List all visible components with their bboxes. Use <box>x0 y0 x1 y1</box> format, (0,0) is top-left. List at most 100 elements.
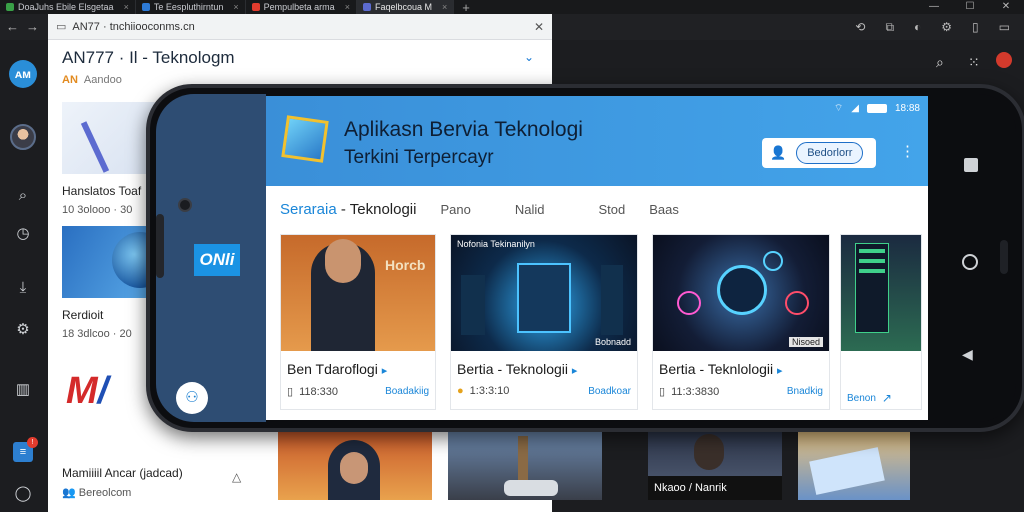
avatar[interactable] <box>10 124 36 150</box>
status-bar: ⌔ ◢ 18:88 <box>834 102 920 115</box>
news-card[interactable]: Nofonia Tekinanilyn Bobnadd Bertia - Tek… <box>450 234 638 410</box>
recent-apps-icon[interactable] <box>964 158 978 172</box>
left-icon-rail: ᴀᴍ ⌕ ◷ ⤓ ⚙ ▥ ≡ ! ◯ <box>0 40 46 512</box>
settings-icon[interactable]: ⚙ <box>941 20 952 35</box>
chevron-down-icon[interactable]: ⌄ <box>524 50 534 64</box>
news-thumbnail: Horcb <box>281 235 435 351</box>
app-header: ⌔ ◢ 18:88 Aplikasn Bervia Teknologi Terk… <box>266 96 930 186</box>
settings-icon[interactable]: ⚙ <box>13 320 33 340</box>
card-tag[interactable]: Boadakiig <box>385 386 429 397</box>
tab-stod[interactable]: Stod <box>598 202 625 217</box>
card-title: Bertia - Teknlologii <box>659 361 774 377</box>
login-button[interactable]: Bedorlorr <box>796 142 864 164</box>
overlay-sub: Bobnadd <box>594 337 631 347</box>
item-meta: 👥 Bereolcom <box>62 486 272 499</box>
card-title: Ben Tdaroflogi <box>287 361 378 377</box>
search-icon[interactable]: ⌕ <box>13 186 33 206</box>
phone-side-notch <box>1000 240 1008 274</box>
tab-label: DoaJuhs Ebile Elsgetaa <box>18 2 114 12</box>
card-time: 118:330 <box>299 385 339 398</box>
tab-pano[interactable]: Pano <box>440 202 470 217</box>
alert-icon[interactable]: △ <box>232 470 241 484</box>
forward-icon[interactable]: → <box>26 19 39 34</box>
app-title-line1: Aplikasn Bervia Teknologi <box>344 118 583 141</box>
status-time: 18:88 <box>894 103 920 114</box>
back-nav-icon[interactable]: ◀ <box>962 346 973 363</box>
close-icon[interactable]: × <box>345 2 350 12</box>
browser-tab-bar: DoaJuhs Ebile Elsgetaa × Te Eespluthirnt… <box>0 0 1024 15</box>
news-thumbnail <box>841 235 921 351</box>
profile-avatar-icon[interactable] <box>996 52 1012 68</box>
thumbnail[interactable] <box>448 430 602 500</box>
card-time: 1:3:3:10 <box>469 385 510 397</box>
thumbnail[interactable]: Nkaoo / Nanrik <box>648 430 782 500</box>
arrow-icon: ▸ <box>571 365 578 377</box>
account-box[interactable]: 👤 Bedorlorr <box>762 138 876 168</box>
app-logo[interactable]: ONli <box>194 244 240 276</box>
news-card[interactable]: Benon ↗ <box>840 234 922 410</box>
close-icon[interactable]: ✕ <box>534 20 544 34</box>
overlay-sub: Nisoed <box>788 337 823 347</box>
search-icon[interactable]: ⌕ <box>936 54 944 71</box>
news-thumbnail: Nofonia Tekinanilyn Bobnadd <box>451 235 637 351</box>
news-card[interactable]: Horcb Ben Tdaroflogi ▸ ▯ 118:330 Boadaki… <box>280 234 436 410</box>
share-fab-button[interactable]: ⚇ <box>176 382 208 414</box>
window-controls: — ☐ ✕ <box>916 0 1024 14</box>
address-bar[interactable]: ▭ AN77 · tnchiiooconms.cn ✕ <box>48 14 552 40</box>
lower-content-strip: Nkaoo / Nanrik <box>264 418 924 512</box>
browser-tab-3[interactable]: Pempulbeta arma × <box>246 0 357 14</box>
tab-nalid[interactable]: Nalid <box>515 202 545 217</box>
signal-icon: ◢ <box>851 103 859 114</box>
download-icon[interactable]: ⤓ <box>13 278 33 298</box>
app-screen: ⌔ ◢ 18:88 Aplikasn Bervia Teknologi Terk… <box>266 96 930 420</box>
window-icon[interactable]: ▭ <box>999 20 1010 35</box>
app-logo-icon[interactable]: ᴀᴍ <box>9 60 37 88</box>
emoji-icon: ● <box>457 385 464 397</box>
item-meta-text: Bereolcom <box>78 487 132 499</box>
book-icon[interactable]: ▥ <box>13 380 33 400</box>
new-tab-button[interactable]: + <box>454 0 478 15</box>
close-icon[interactable]: × <box>124 2 129 12</box>
notification-badge: ! <box>27 437 38 448</box>
close-icon[interactable]: × <box>233 2 238 12</box>
tab-label-accent: Seraraia <box>280 200 337 218</box>
thumbnail[interactable] <box>798 430 910 500</box>
minimize-icon[interactable]: — <box>916 0 952 14</box>
clock-icon[interactable]: ◷ <box>13 224 33 244</box>
maximize-icon[interactable]: ☐ <box>952 0 988 14</box>
browser-tab-4[interactable]: Faqelbcoua M × <box>356 0 455 14</box>
close-window-icon[interactable]: ✕ <box>988 0 1024 14</box>
browser-tab-1[interactable]: DoaJuhs Ebile Elsgetaa × <box>0 0 136 14</box>
browser-tab-2[interactable]: Te Eespluthirntun × <box>136 0 246 14</box>
grid-icon[interactable]: ⁙ <box>968 54 980 71</box>
site-subtitle: Aandoo <box>83 74 122 86</box>
profile-icon[interactable]: ◐ <box>914 20 921 35</box>
cast-icon[interactable]: ⧉ <box>885 20 894 35</box>
share-icon[interactable]: ↗ <box>882 391 892 405</box>
notification-icon[interactable]: ≡ ! <box>13 437 38 462</box>
sidebar-toggle-icon[interactable]: ▯ <box>972 20 979 35</box>
close-icon[interactable]: × <box>442 2 447 12</box>
card-tag[interactable]: Boadkoar <box>588 386 631 397</box>
card-tag[interactable]: Bnadkig <box>787 386 823 397</box>
news-card[interactable]: Nisoed Bertia - Teknlologii ▸ ▯ 11:3:383… <box>652 234 830 410</box>
chat-icon[interactable]: ◯ <box>13 484 33 504</box>
tab-baas[interactable]: Baas <box>649 202 679 217</box>
tab-favicon-icon <box>251 3 260 11</box>
home-icon[interactable] <box>962 254 978 270</box>
thumbnail[interactable] <box>278 430 432 500</box>
tab-label: Te Eespluthirntun <box>153 2 224 12</box>
doc-icon: ▯ <box>659 386 666 398</box>
back-icon[interactable]: ← <box>6 19 19 34</box>
app-title-line2: Terkini Terpercayr <box>344 147 494 168</box>
arrow-icon: ▸ <box>381 365 388 377</box>
extension-icon[interactable]: ⟲ <box>855 20 865 35</box>
tab-technology[interactable]: Seraraia - Teknologii <box>280 201 416 218</box>
wifi-icon: ⌔ <box>833 103 844 114</box>
phone-side-panel: ONli ⚇ <box>156 94 266 422</box>
card-tag[interactable]: Benon <box>847 393 876 404</box>
more-menu-icon[interactable]: ⋮ <box>900 142 915 160</box>
category-tabs: Seraraia - Teknologii Pano Nalid Stod Ba… <box>266 196 930 222</box>
url-text[interactable]: AN77 · tnchiiooconms.cn <box>72 21 194 33</box>
app-cube-icon <box>281 115 329 163</box>
